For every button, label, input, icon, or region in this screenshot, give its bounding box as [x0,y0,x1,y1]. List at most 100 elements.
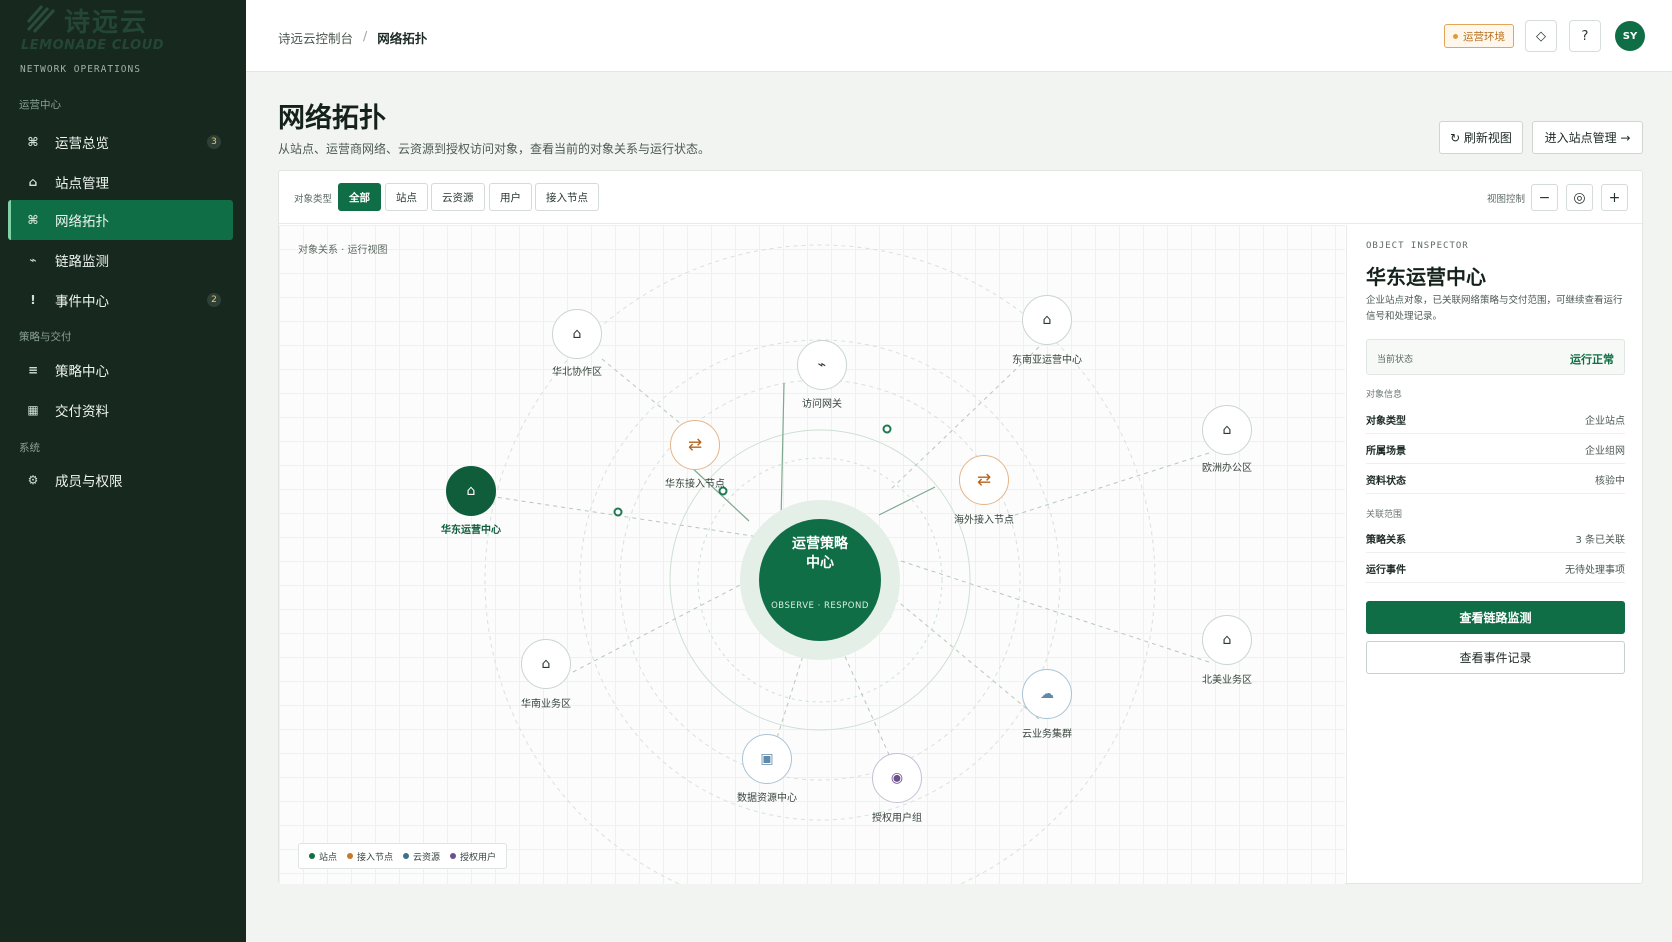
node-sea[interactable]: ⌂ [1022,295,1072,345]
pulse-icon: ⌁ [817,357,827,373]
sidebar-item-policy[interactable]: ≡ 策略中心 [8,350,233,390]
site-management-button[interactable]: 进入站点管理 → [1532,121,1643,154]
filter-bar: 对象类型 全部 站点 云资源 用户 接入节点 视图控制 − ◎ + [279,171,1644,224]
node-label: 华北协作区 [552,367,602,378]
home-icon: ⌂ [541,656,551,672]
sidebar-item-label: 交付资料 [55,404,109,420]
filter-label: 对象类型 [294,194,333,205]
legend-item: 授权用户 [450,850,496,863]
inspector-description: 企业站点对象，已关联网络策略与交付范围，可继续查看运行信号和处理记录。 [1366,295,1623,322]
environment-label: 运营环境 [1463,30,1505,43]
policy-hub[interactable]: 运营策略 中心 OBSERVE · RESPOND [759,519,881,641]
row-key: 策略关系 [1366,535,1406,546]
scope-row: 策略关系 3 条已关联 [1366,523,1625,553]
node-huanan[interactable]: ⌂ [521,639,571,689]
nav-group-label: 策略与交付 [19,331,72,343]
node-cloud-cluster[interactable]: ☁ [1022,669,1072,719]
info-row: 所属场景 企业组网 [1366,434,1625,464]
status-value: 运行正常 [1570,353,1614,366]
avatar[interactable]: SY [1615,21,1645,51]
sidebar-item-label: 成员与权限 [55,474,123,490]
link-northamerica [888,556,1210,663]
node-label: 数据资源中心 [737,793,797,804]
help-button[interactable]: ? [1569,20,1601,52]
node-northamerica[interactable]: ⌂ [1202,615,1252,665]
swap-icon: ⇄ [687,435,703,455]
legend-item: 云资源 [403,850,440,863]
breadcrumb-root[interactable]: 诗远云控制台 [278,28,353,47]
scope-section-label: 关联范围 [1366,510,1403,520]
node-label: 华南业务区 [521,699,571,710]
zoom-out-button[interactable]: − [1531,184,1558,211]
node-huadong[interactable]: ⌂ [446,466,496,516]
row-value: 3 条已关联 [1575,535,1625,546]
list-icon: ≡ [27,363,39,377]
sidebar-item-sites[interactable]: ⌂ 站点管理 [8,162,233,202]
node-europe[interactable]: ⌂ [1202,405,1252,455]
nav-group-label: 运营中心 [19,99,61,111]
filter-chip-cloud[interactable]: 云资源 [431,183,485,211]
count-badge: 2 [207,293,221,307]
node-user-group[interactable]: ◉ [872,753,922,803]
node-overseas-access[interactable]: ⇄ [959,455,1009,505]
node-label: 北美业务区 [1202,675,1252,686]
node-huabei[interactable]: ⌂ [552,309,602,359]
legend-label: 接入节点 [357,852,394,863]
gear-icon: ⚙ [27,473,39,487]
node-gateway[interactable]: ⌁ [797,340,847,390]
link-junction [613,507,623,517]
status-dot-icon [1453,33,1458,39]
row-key: 资料状态 [1366,476,1406,487]
sidebar-item-label: 运营总览 [55,136,109,152]
home-icon: ⌂ [1042,312,1052,328]
topology-icon: ⌘ [27,213,39,227]
recenter-button[interactable]: ◎ [1566,184,1593,211]
info-row: 资料状态 核验中 [1366,464,1625,494]
site-dot-icon [309,853,315,859]
legend-label: 云资源 [413,852,441,863]
leaf-logo-icon [26,5,56,34]
diamond-button[interactable]: ◇ [1525,20,1557,52]
home-icon: ⌂ [466,483,476,499]
node-data-center[interactable]: ▣ [742,734,792,784]
row-key: 所属场景 [1366,446,1406,457]
cloud-dot-icon [403,853,410,859]
sidebar-item-topology[interactable]: ⌘ 网络拓扑 [8,200,233,240]
view-event-log-button[interactable]: 查看事件记录 [1366,641,1625,674]
node-label: 云业务集群 [1022,729,1072,740]
sidebar-item-members[interactable]: ⚙ 成员与权限 [8,460,233,500]
sidebar-item-label: 策略中心 [55,364,109,380]
hub-title: 运营策略 中心 [792,536,848,571]
link-junction [882,424,892,434]
filter-chip-access-nodes[interactable]: 接入节点 [535,183,599,211]
scope-row: 运行事件 无待处理事项 [1366,553,1625,583]
filter-chip-all[interactable]: 全部 [338,183,381,211]
database-icon: ▣ [760,751,774,767]
row-value: 企业站点 [1585,416,1625,427]
filter-chip-sites[interactable]: 站点 [385,183,428,211]
topology-canvas[interactable]: 对象关系 · 运行视图 运营策略 中心 OBSERVE · RESPOND ⌂ 华… [279,225,1345,884]
view-link-monitor-button[interactable]: 查看链路监测 [1366,601,1625,634]
environment-badge[interactable]: 运营环境 [1444,24,1514,48]
legend-label: 站点 [319,852,338,863]
count-badge: 3 [207,135,221,149]
sidebar-item-overview[interactable]: ⌘ 运营总览 3 [8,122,233,162]
brand[interactable]: 诗远云 LEMONADE CLOUD NETWORK OPERATIONS [20,2,230,76]
row-value: 无待处理事项 [1565,565,1625,576]
sidebar-item-delivery[interactable]: ▦ 交付资料 [8,390,233,430]
node-label: 欧洲办公区 [1202,463,1252,474]
swap-icon: ⇄ [976,470,992,490]
refresh-view-button[interactable]: ↻ 刷新视图 [1439,121,1523,154]
node-label: 海外接入节点 [954,515,1014,526]
zoom-in-button[interactable]: + [1601,184,1628,211]
sidebar-item-label: 事件中心 [55,294,109,310]
filter-chip-users[interactable]: 用户 [489,183,532,211]
sidebar-item-events[interactable]: ! 事件中心 2 [8,280,233,320]
page-description: 从站点、运营商网络、云资源到授权访问对象，查看当前的对象关系与运行状态。 [278,142,711,156]
diamond-icon: ◇ [1536,28,1546,44]
node-label: 东南亚运营中心 [1012,355,1082,366]
node-label: 华东接入节点 [665,479,725,490]
node-huadong-access[interactable]: ⇄ [670,420,720,470]
status-label: 当前状态 [1377,355,1414,365]
sidebar-item-link-monitor[interactable]: ⌁ 链路监测 [8,240,233,280]
